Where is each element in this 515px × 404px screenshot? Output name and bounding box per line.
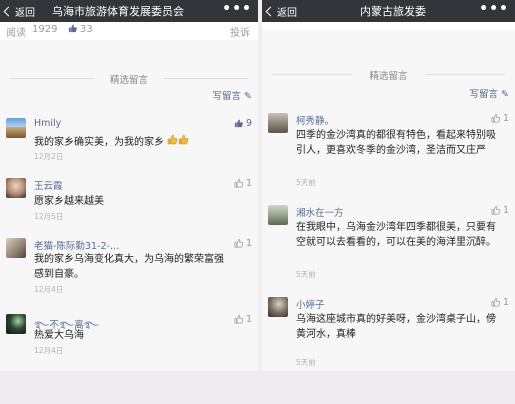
- comment-item: ࿐不࿐离࿐ 热爱大乌海 12月4日 1: [0, 314, 258, 360]
- avatar[interactable]: [6, 238, 26, 258]
- comment-date: 5天前: [296, 358, 316, 367]
- comment-like-count: 1: [502, 113, 509, 124]
- comment-item: 柯秀静。 四季的金沙湾真的都很有特色，看起来特别吸引人，更喜欢冬季的金沙湾，圣洁…: [262, 113, 515, 191]
- read-count: 1929: [32, 24, 58, 35]
- comment-author[interactable]: 王云霞: [34, 178, 63, 192]
- comment-author[interactable]: 小婷子: [296, 297, 325, 311]
- page-title: 内蒙古旅发委: [360, 5, 426, 18]
- section-title: 精选留言: [369, 71, 408, 82]
- write-label: 写留言: [212, 91, 241, 102]
- top-bar: 返回 内蒙古旅发委 •••: [262, 0, 515, 22]
- comment-date: 12月4日: [34, 285, 64, 294]
- comment-text-body: 我的家乡确实美，为我的家乡: [34, 137, 164, 148]
- comment-like-button[interactable]: 9: [234, 118, 252, 129]
- avatar[interactable]: [268, 113, 288, 133]
- section-header: 精选留言: [0, 72, 258, 86]
- thumb-up-outline-icon: [234, 315, 243, 324]
- back-chevron-icon: [265, 6, 276, 16]
- avatar[interactable]: [268, 297, 288, 317]
- back-button[interactable]: 返回: [3, 3, 35, 19]
- divider: [272, 74, 352, 75]
- write-label: 写留言: [469, 89, 498, 100]
- comment-like-button[interactable]: 1: [234, 178, 252, 189]
- thumb-up-icon[interactable]: [68, 24, 77, 36]
- comment-like-button[interactable]: 1: [234, 238, 252, 249]
- comment-author[interactable]: Hmily: [34, 118, 61, 129]
- thumb-up-icon: [234, 119, 243, 128]
- comment-text: 四季的金沙湾真的都很有特色，看起来特别吸引人，更喜欢冬季的金沙湾，圣洁而又庄严: [296, 130, 496, 156]
- stats-row-partial: [262, 22, 515, 30]
- comment-like-count: 1: [502, 205, 509, 216]
- top-bar: 返回 乌海市旅游体育发展委员会 •••: [0, 0, 258, 22]
- back-chevron-icon: [3, 6, 14, 16]
- avatar[interactable]: [6, 178, 26, 198]
- back-label: 返回: [15, 7, 35, 19]
- more-icon[interactable]: •••: [222, 1, 252, 17]
- divider: [425, 74, 505, 75]
- back-button[interactable]: 返回: [265, 3, 297, 19]
- comment-text: 我的家乡确实美，为我的家乡: [34, 134, 244, 150]
- read-label: 阅读: [6, 28, 26, 39]
- comment-like-count: 1: [502, 297, 509, 308]
- section-title: 精选留言: [109, 75, 148, 86]
- write-comment-button[interactable]: 写留言 ✎: [212, 88, 252, 102]
- comment-like-button[interactable]: 1: [491, 113, 509, 124]
- comment-text: 热爱大乌海: [34, 330, 84, 341]
- comment-date: 12月5日: [34, 212, 64, 221]
- divider: [164, 78, 248, 79]
- pencil-icon: ✎: [501, 89, 509, 100]
- comment-like-count: 1: [245, 178, 252, 189]
- comment-text: 乌海这座城市真的好美呀，金沙湾桌子山，傍黄河水，真棒: [296, 314, 496, 340]
- comment-like-button[interactable]: 1: [234, 314, 252, 325]
- comment-item: 湘水在一方 在我眼中，乌海金沙湾年四季都很美，只要有空就可以去看看的，可以在美的…: [262, 205, 515, 283]
- stats-row: 阅读 1929 33 投诉: [0, 22, 258, 40]
- avatar[interactable]: [6, 314, 26, 334]
- divider: [10, 78, 94, 79]
- thumbs-emoji-icon: [167, 134, 189, 150]
- comment-date: 12月2日: [34, 152, 64, 161]
- comment-item: Hmily 我的家乡确实美，为我的家乡 12月2日 9: [0, 118, 258, 164]
- section-header: 精选留言: [262, 68, 515, 82]
- more-icon[interactable]: •••: [479, 1, 509, 17]
- avatar[interactable]: [6, 118, 26, 138]
- comment-like-button[interactable]: 1: [491, 205, 509, 216]
- page-title: 乌海市旅游体育发展委员会: [52, 5, 184, 18]
- avatar[interactable]: [268, 205, 288, 225]
- bottom-background: [0, 371, 515, 404]
- comment-like-button[interactable]: 1: [491, 297, 509, 308]
- comment-text: 在我眼中，乌海金沙湾年四季都很美，只要有空就可以去看看的，可以在美的海洋里沉醉。: [296, 222, 496, 248]
- comment-item: 老猫-陈际勤31-2-… 我的家乡乌海变化真大，为乌海的繁荣富强感到自豪。 12…: [0, 238, 258, 300]
- comment-author[interactable]: 湘水在一方: [296, 205, 344, 219]
- thumb-up-outline-icon: [234, 239, 243, 248]
- comment-date: 5天前: [296, 270, 316, 279]
- thumb-up-outline-icon: [234, 179, 243, 188]
- left-article-panel: 返回 乌海市旅游体育发展委员会 ••• 阅读 1929 33 投诉 精选留言 写…: [0, 0, 258, 371]
- comment-date: 5天前: [296, 178, 316, 187]
- thumb-up-outline-icon: [491, 206, 500, 215]
- report-link[interactable]: 投诉: [230, 24, 250, 39]
- comment-like-count: 1: [245, 314, 252, 325]
- comment-text: 我的家乡乌海变化真大，为乌海的繁荣富强感到自豪。: [34, 254, 224, 280]
- comment-item: 小婷子 乌海这座城市真的好美呀，金沙湾桌子山，傍黄河水，真棒 1 5天前: [262, 297, 515, 367]
- write-comment-button[interactable]: 写留言 ✎: [469, 86, 509, 100]
- comment-text: 愿家乡越来越美: [34, 196, 104, 207]
- comment-date: 12月4日: [34, 346, 64, 355]
- like-count: 33: [80, 24, 93, 35]
- comment-like-count: 9: [245, 118, 252, 129]
- comment-like-count: 1: [245, 238, 252, 249]
- comment-author[interactable]: 柯秀静。: [296, 113, 334, 127]
- right-article-panel: 返回 内蒙古旅发委 ••• 精选留言 写留言 ✎ 柯秀静。 四季的金沙湾真的都很…: [262, 0, 515, 371]
- comment-author[interactable]: 老猫-陈际勤31-2-…: [34, 238, 119, 252]
- back-label: 返回: [277, 7, 297, 19]
- pencil-icon: ✎: [244, 91, 252, 102]
- thumb-up-outline-icon: [491, 114, 500, 123]
- comment-item: 王云霞 愿家乡越来越美 12月5日 1: [0, 178, 258, 224]
- thumb-up-outline-icon: [491, 298, 500, 307]
